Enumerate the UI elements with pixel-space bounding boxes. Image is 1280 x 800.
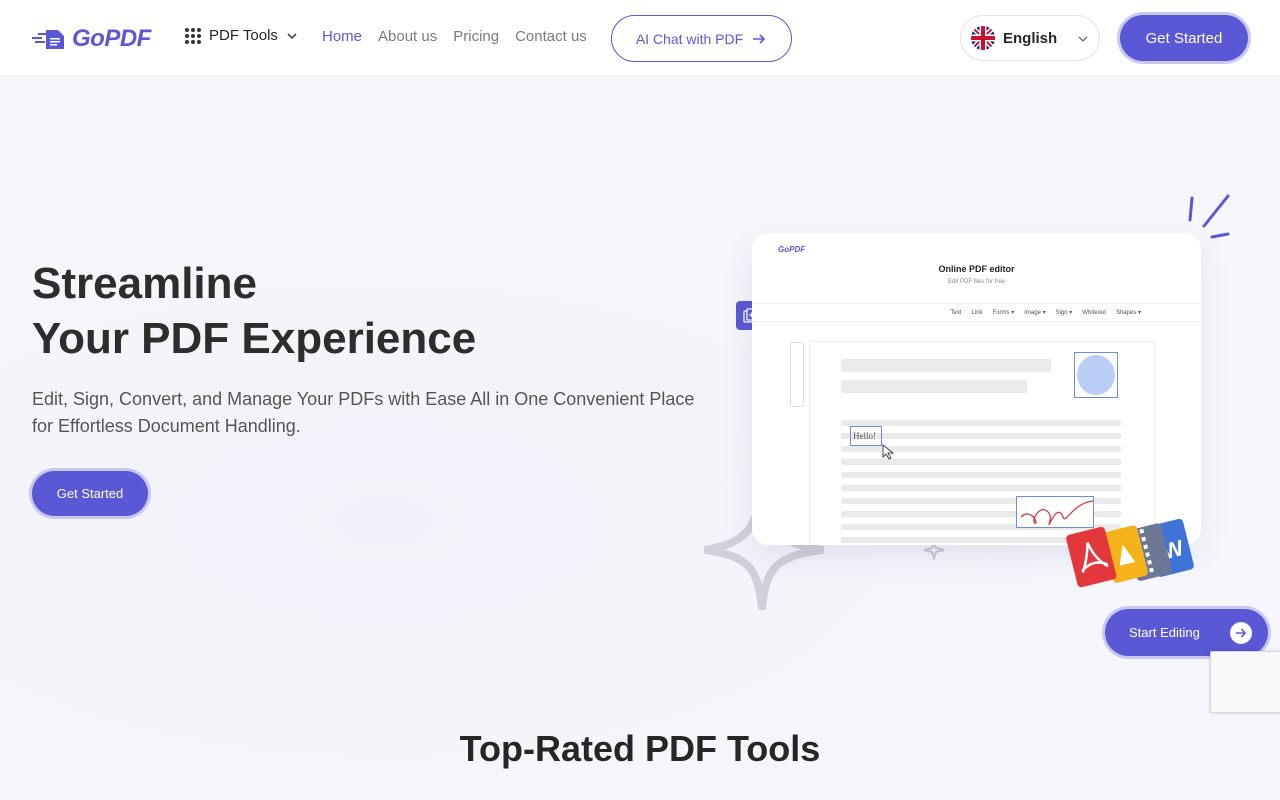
toolbar-forms: Forms ▾ bbox=[992, 310, 1015, 316]
arrow-right-icon bbox=[753, 33, 766, 44]
editor-preview-subtitle: Edit PDF files for free bbox=[947, 279, 1006, 285]
cursor-icon bbox=[882, 444, 895, 460]
hero-get-started-button[interactable]: Get Started bbox=[32, 471, 148, 516]
nav-about-us[interactable]: About us bbox=[378, 28, 437, 45]
hero-title: Streamline Your PDF Experience bbox=[32, 256, 476, 366]
pdf-tools-label: PDF Tools bbox=[209, 27, 278, 44]
file-formats-icon: W bbox=[1066, 518, 1194, 588]
language-select[interactable]: English bbox=[960, 15, 1100, 61]
editor-preview: GoPDF Online PDF editor Edit PDF files f… bbox=[752, 233, 1201, 545]
arrow-right-icon bbox=[1229, 621, 1252, 644]
header-get-started-button[interactable]: Get Started bbox=[1120, 15, 1248, 61]
start-editing-label: Start Editing bbox=[1129, 625, 1200, 640]
uk-flag-icon bbox=[971, 26, 995, 50]
site-header: GoPDF PDF Tools Home About us Pricing Co… bbox=[0, 0, 1280, 76]
logo[interactable]: GoPDF bbox=[32, 25, 151, 53]
chevron-down-icon bbox=[287, 32, 297, 39]
pdf-tools-menu[interactable]: PDF Tools bbox=[185, 27, 298, 44]
hero-subtitle: Edit, Sign, Convert, and Manage Your PDF… bbox=[32, 389, 695, 436]
start-editing-button[interactable]: Start Editing bbox=[1105, 609, 1268, 656]
editor-preview-logo: GoPDF bbox=[778, 245, 806, 254]
editor-preview-sample-text: Hello! bbox=[850, 426, 882, 446]
toolbar-shapes: Shapes ▾ bbox=[1115, 310, 1141, 316]
editor-preview-title: Online PDF editor bbox=[938, 264, 1015, 274]
chevron-down-icon bbox=[1078, 36, 1088, 42]
hero-title-line-2: Your PDF Experience bbox=[32, 314, 477, 363]
editor-preview-toolbar: Text Link Forms ▾ Image ▾ Sign ▾ Whiteou… bbox=[752, 303, 1201, 322]
hero-title-line-1: Streamline bbox=[32, 259, 257, 308]
toolbar-link: Link bbox=[971, 309, 983, 316]
recaptcha-badge[interactable] bbox=[1210, 651, 1280, 713]
grid-icon bbox=[185, 27, 201, 44]
editor-preview-document: Hello! bbox=[810, 342, 1154, 545]
nav-home[interactable]: Home bbox=[322, 28, 362, 45]
toolbar-whiteout: Whiteout bbox=[1082, 309, 1106, 316]
nav-pricing[interactable]: Pricing bbox=[453, 28, 499, 45]
main-nav: Home About us Pricing Contact us bbox=[322, 28, 603, 45]
logo-text: GoPDF bbox=[72, 25, 151, 52]
ai-chat-label: AI Chat with PDF bbox=[635, 30, 744, 47]
editor-preview-sidebar bbox=[790, 342, 804, 407]
ai-chat-button[interactable]: AI Chat with PDF bbox=[611, 15, 792, 62]
toolbar-sign: Sign ▾ bbox=[1055, 310, 1073, 316]
section-title: Top-Rated PDF Tools bbox=[459, 728, 821, 769]
logo-icon bbox=[32, 30, 64, 49]
toolbar-text: Text bbox=[950, 309, 962, 316]
toolbar-image: Image ▾ bbox=[1024, 310, 1046, 316]
nav-contact-us[interactable]: Contact us bbox=[515, 28, 587, 45]
language-label: English bbox=[1003, 29, 1058, 47]
